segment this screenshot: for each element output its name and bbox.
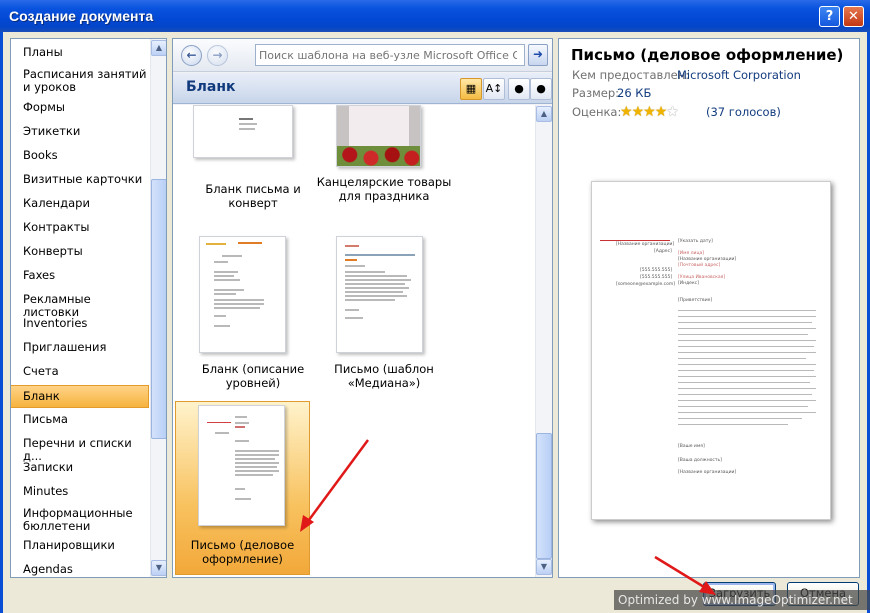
template-tile[interactable]: Письмо (шаблон «Медиана») <box>316 231 452 401</box>
rating-stars[interactable]: ★★★★★ <box>620 104 679 120</box>
provider-value: Microsoft Corporation <box>677 68 801 82</box>
template-tile[interactable]: Бланк (описание уровней) <box>185 231 321 401</box>
watermark: Optimized by www.ImageOptimizer.net <box>614 590 870 610</box>
category-item[interactable]: Счета <box>11 365 149 378</box>
template-thumbnail <box>198 405 285 526</box>
category-scrollbar[interactable]: ▲ ▼ <box>150 39 166 577</box>
provider-label: Кем предоставлен: <box>572 68 690 82</box>
search-input[interactable] <box>256 45 520 65</box>
star-empty-icon[interactable]: ★ <box>666 104 679 120</box>
template-tile[interactable]: Бланк письма и конверт <box>185 105 321 225</box>
person-remove-icon: ● <box>536 82 546 95</box>
search-box <box>255 44 525 66</box>
scroll-down-button[interactable]: ▼ <box>151 560 166 576</box>
rating-label: Оценка: <box>572 105 622 119</box>
category-item[interactable]: Приглашения <box>11 341 149 354</box>
large-icons-icon: ▦ <box>465 82 477 95</box>
category-item[interactable]: Планировщики <box>11 539 149 552</box>
category-item[interactable]: Формы <box>11 101 149 114</box>
template-name: Письмо (деловое оформление) <box>190 538 295 566</box>
window-title: Создание документа <box>9 8 154 24</box>
category-item[interactable]: Записки <box>11 461 149 474</box>
chevron-up-icon: ▲ <box>155 43 163 52</box>
votes-count: (37 голосов) <box>706 105 781 119</box>
sort-az-icon: A↕ <box>485 82 503 95</box>
category-item[interactable]: Информационные бюллетени <box>11 507 149 533</box>
template-tile-selected[interactable]: Письмо (деловое оформление) <box>175 401 310 575</box>
person-icon: ● <box>514 82 524 95</box>
back-button[interactable]: ← <box>181 45 202 66</box>
template-name: Письмо (шаблон «Медиана») <box>334 362 434 390</box>
category-item[interactable]: Планы <box>11 46 149 59</box>
section-title: Бланк <box>186 79 236 95</box>
scroll-down-button[interactable]: ▼ <box>536 559 552 575</box>
close-icon: ✕ <box>848 9 859 24</box>
template-grid: Бланк письма и конверт Канцелярские това… <box>173 105 535 577</box>
category-item[interactable]: Расписания занятий и уроков <box>11 68 149 94</box>
chevron-up-icon: ▲ <box>540 109 548 118</box>
template-thumbnail <box>199 236 286 353</box>
large-icons-view-button[interactable]: ▦ <box>460 78 482 100</box>
search-go-button[interactable]: ➜ <box>528 44 548 66</box>
star-filled-icon[interactable]: ★ <box>655 104 668 120</box>
scroll-up-button[interactable]: ▲ <box>151 40 166 56</box>
go-arrow-icon: ➜ <box>532 47 544 61</box>
template-preview: [Название организации] [Адрес] [555.555.… <box>591 181 831 520</box>
category-list: Планы Расписания занятий и уроков Формы Эти… <box>10 38 167 578</box>
star-filled-icon[interactable]: ★ <box>620 104 633 120</box>
scroll-up-button[interactable]: ▲ <box>536 106 552 122</box>
chevron-down-icon: ▼ <box>540 562 548 571</box>
category-item[interactable]: Письма <box>11 413 149 426</box>
chevron-down-icon: ▼ <box>155 563 163 572</box>
close-button[interactable]: ✕ <box>843 6 864 27</box>
star-filled-icon[interactable]: ★ <box>632 104 645 120</box>
size-label: Размер: <box>572 86 620 100</box>
template-thumbnail <box>193 105 293 158</box>
template-gallery: ← → ➜ Бланк ▦ A↕ ● ● Бланк письма и конв… <box>172 38 553 578</box>
remove-contributor-button[interactable]: ● <box>530 78 552 100</box>
category-item[interactable]: Books <box>11 149 149 162</box>
category-item[interactable]: Faxes <box>11 269 149 282</box>
category-item[interactable]: Minutes <box>11 485 149 498</box>
category-item[interactable]: Контракты <box>11 221 149 234</box>
gallery-scrollbar[interactable]: ▲ ▼ <box>535 105 552 577</box>
details-pane: Письмо (деловое оформление) Кем предоста… <box>558 38 860 578</box>
help-icon: ? <box>825 9 834 24</box>
scroll-thumb[interactable] <box>536 433 552 559</box>
template-name: Канцелярские товары для праздника <box>316 175 452 203</box>
contributor-button[interactable]: ● <box>508 78 530 100</box>
category-item[interactable]: Календари <box>11 197 149 210</box>
category-item[interactable]: Визитные карточки <box>11 173 149 186</box>
help-button[interactable]: ? <box>819 6 840 27</box>
arrow-right-icon: → <box>212 48 223 62</box>
template-name: Бланк (описание уровней) <box>201 362 305 390</box>
nav-bar: ← → ➜ <box>173 39 552 72</box>
template-thumbnail <box>336 105 421 167</box>
arrow-left-icon: ← <box>186 48 197 62</box>
category-item[interactable]: Конверты <box>11 245 149 258</box>
size-value: 26 КБ <box>617 86 652 100</box>
category-item[interactable]: Agendas <box>11 563 149 576</box>
details-title: Письмо (деловое оформление) <box>571 46 844 64</box>
sort-az-button[interactable]: A↕ <box>483 78 505 100</box>
title-bar: Создание документа ? ✕ <box>0 0 870 32</box>
template-name: Бланк письма и конверт <box>205 182 301 210</box>
template-thumbnail <box>336 236 423 353</box>
star-filled-icon[interactable]: ★ <box>643 104 656 120</box>
forward-button[interactable]: → <box>207 45 228 66</box>
category-item[interactable]: Inventories <box>11 317 149 330</box>
scroll-thumb[interactable] <box>151 179 166 439</box>
category-item[interactable]: Бланк <box>11 385 149 408</box>
section-header: Бланк ▦ A↕ ● ● <box>173 73 552 104</box>
template-tile[interactable]: Канцелярские товары для праздника <box>316 105 452 225</box>
category-item[interactable]: Этикетки <box>11 125 149 138</box>
